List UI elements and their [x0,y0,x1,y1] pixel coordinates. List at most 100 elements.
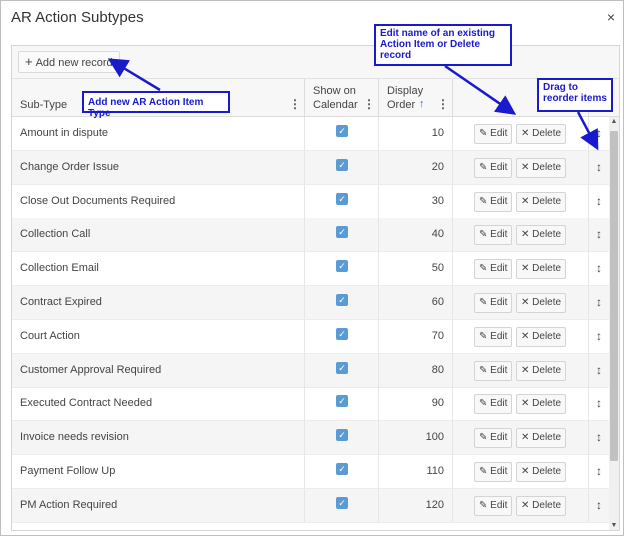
scroll-down-icon[interactable]: ▼ [610,522,618,529]
drag-handle-icon[interactable]: ↕ [589,489,609,522]
pencil-icon: ✎ [479,161,488,173]
show-on-calendar-checkbox[interactable]: ✓ [336,395,348,408]
show-on-calendar-checkbox[interactable]: ✓ [336,429,348,442]
column-menu-icon[interactable]: ⋮ [363,97,375,111]
delete-button[interactable]: ✕ Delete [516,157,567,178]
show-on-calendar-cell: ✓ [305,387,379,421]
edit-label: Edit [490,330,508,342]
show-on-calendar-checkbox[interactable]: ✓ [336,327,348,340]
delete-button[interactable]: ✕ Delete [516,495,567,516]
scroll-up-icon[interactable]: ▲ [610,118,618,125]
table-row: Collection Email ✓ 50 ✎ Edit ✕ Delete ↕ [12,252,609,287]
drag-handle-icon[interactable]: ↕ [589,151,609,184]
drag-handle-icon[interactable]: ↕ [589,185,609,218]
actions-cell: ✎ Edit ✕ Delete [453,488,589,522]
edit-label: Edit [490,229,508,241]
column-header-show-line1: Show on [313,85,356,97]
delete-button[interactable]: ✕ Delete [516,124,567,144]
drag-handle-icon[interactable]: ↕ [589,354,609,387]
edit-label: Edit [490,466,508,477]
show-on-calendar-checkbox[interactable]: ✓ [336,192,348,205]
subtype-cell: Collection Call [12,218,305,252]
show-on-calendar-checkbox[interactable]: ✓ [336,294,348,306]
delete-button[interactable]: ✕ Delete [516,293,567,313]
edit-button[interactable]: ✎ Edit [474,394,513,415]
close-icon[interactable]: × [607,9,615,25]
delete-button[interactable]: ✕ Delete [516,326,567,347]
column-menu-icon[interactable]: ⋮ [289,97,301,111]
pencil-icon: ✎ [479,499,488,511]
annotation-drag-text: Drag to reorder items [543,82,607,104]
show-on-calendar-checkbox[interactable]: ✓ [336,361,348,374]
edit-label: Edit [490,364,508,376]
annotation-edit-callout: Edit name of an existing Action Item or … [374,24,512,66]
display-order-cell: 110 [379,455,453,488]
edit-button[interactable]: ✎ Edit [474,259,513,280]
show-on-calendar-cell: ✓ [305,150,379,184]
pencil-icon: ✎ [479,229,488,241]
edit-button[interactable]: ✎ Edit [474,124,513,144]
delete-button[interactable]: ✕ Delete [516,394,567,415]
drag-handle-icon[interactable]: ↕ [589,117,609,150]
show-on-calendar-cell: ✓ [305,252,379,286]
drag-handle-icon[interactable]: ↕ [589,286,609,319]
drag-handle-icon[interactable]: ↕ [589,320,609,353]
delete-button[interactable]: ✕ Delete [516,428,567,449]
edit-label: Edit [490,398,508,410]
drag-handle-icon[interactable]: ↕ [589,455,609,488]
sort-ascending-icon[interactable]: ↑ [419,98,425,110]
dialog: AR Action Subtypes × + Add new record Sub… [0,0,624,536]
show-on-calendar-checkbox[interactable]: ✓ [336,125,348,137]
edit-label: Edit [490,263,508,275]
vertical-scrollbar[interactable]: ▲ ▼ [609,117,619,530]
column-header-show-line2: Calendar [313,99,358,111]
delete-button[interactable]: ✕ Delete [516,259,567,280]
delete-button[interactable]: ✕ Delete [516,225,567,246]
drag-handle-icon[interactable]: ↕ [589,218,609,251]
show-on-calendar-checkbox[interactable]: ✓ [336,226,348,239]
edit-button[interactable]: ✎ Edit [474,157,513,178]
pencil-icon: ✎ [479,263,488,275]
show-on-calendar-cell: ✓ [305,218,379,252]
show-on-calendar-checkbox[interactable]: ✓ [336,158,348,171]
add-new-record-button[interactable]: + Add new record [18,51,120,73]
delete-button[interactable]: ✕ Delete [516,360,567,381]
edit-button[interactable]: ✎ Edit [474,191,513,212]
add-new-record-label: Add new record [35,57,113,69]
scrollbar-thumb[interactable] [610,131,618,461]
edit-label: Edit [490,432,508,444]
column-header-display-order[interactable]: Display Order ↑ ⋮ [379,79,453,116]
edit-label: Edit [490,128,508,139]
subtype-cell: Executed Contract Needed [12,387,305,421]
show-on-calendar-cell: ✓ [305,488,379,522]
edit-button[interactable]: ✎ Edit [474,428,513,449]
table-row: Customer Approval Required ✓ 80 ✎ Edit ✕ Del… [12,353,609,388]
close-icon: ✕ [521,364,530,376]
column-header-show-on-calendar[interactable]: Show on Calendar ⋮ [305,79,379,116]
show-on-calendar-checkbox[interactable]: ✓ [336,463,348,475]
edit-button[interactable]: ✎ Edit [474,462,513,482]
edit-button[interactable]: ✎ Edit [474,326,513,347]
show-on-calendar-cell: ✓ [305,421,379,455]
edit-button[interactable]: ✎ Edit [474,495,513,516]
drag-handle-icon[interactable]: ↕ [589,421,609,454]
delete-label: Delete [532,364,562,376]
display-order-cell: 90 [379,387,453,421]
annotation-drag-callout: Drag to reorder items [537,78,613,112]
drag-handle-icon[interactable]: ↕ [589,387,609,420]
delete-label: Delete [532,128,562,139]
drag-handle-icon[interactable]: ↕ [589,252,609,285]
show-on-calendar-checkbox[interactable]: ✓ [336,260,348,273]
edit-label: Edit [490,195,508,207]
delete-label: Delete [532,499,562,511]
actions-cell: ✎ Edit ✕ Delete [453,218,589,252]
edit-button[interactable]: ✎ Edit [474,225,513,246]
edit-button[interactable]: ✎ Edit [474,360,513,381]
column-menu-icon[interactable]: ⋮ [437,97,449,111]
delete-button[interactable]: ✕ Delete [516,191,567,212]
show-on-calendar-checkbox[interactable]: ✓ [336,496,348,509]
edit-button[interactable]: ✎ Edit [474,293,513,313]
delete-button[interactable]: ✕ Delete [516,462,567,482]
close-icon: ✕ [521,297,530,308]
actions-cell: ✎ Edit ✕ Delete [453,117,589,150]
